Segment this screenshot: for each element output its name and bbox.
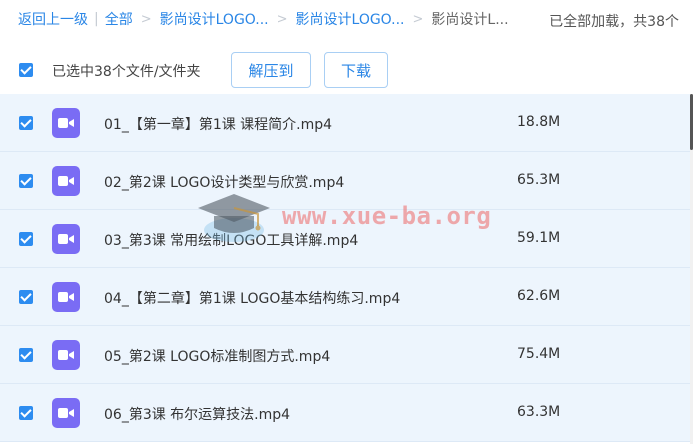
file-checkbox[interactable] <box>19 116 33 130</box>
file-name[interactable]: 03_第3课 常用绘制LOGO工具详解.mp4 <box>104 230 358 250</box>
file-name[interactable]: 05_第2课 LOGO标准制图方式.mp4 <box>104 346 330 366</box>
chevron-right-icon: > <box>412 11 424 27</box>
file-checkbox[interactable] <box>19 174 33 188</box>
video-file-icon <box>52 224 80 254</box>
file-size: 18.8M <box>517 114 561 130</box>
breadcrumb-back-link[interactable]: 返回上一级 <box>18 9 88 29</box>
breadcrumb-level1-link[interactable]: 影尚设计LOGO... <box>160 9 269 29</box>
unzip-button[interactable]: 解压到 <box>231 52 311 88</box>
file-row[interactable]: 02_第2课 LOGO设计类型与欣赏.mp4 65.3M <box>0 152 690 210</box>
video-file-icon <box>52 340 80 370</box>
file-row[interactable]: 01_【第一章】第1课 课程简介.mp4 18.8M <box>0 94 690 152</box>
file-name[interactable]: 04_【第二章】第1课 LOGO基本结构练习.mp4 <box>104 288 400 308</box>
file-checkbox[interactable] <box>19 290 33 304</box>
video-file-icon <box>52 282 80 312</box>
breadcrumb: 返回上一级 | 全部 > 影尚设计LOGO... > 影尚设计LOGO... >… <box>0 0 693 38</box>
file-size: 59.1M <box>517 230 561 246</box>
load-status-text: 已全部加载，共38个 <box>549 14 679 30</box>
breadcrumb-root-link[interactable]: 全部 <box>105 9 133 29</box>
file-size: 65.3M <box>517 172 561 188</box>
file-size: 63.3M <box>517 404 561 420</box>
file-row[interactable]: 06_第3课 布尔运算技法.mp4 63.3M <box>0 384 690 442</box>
breadcrumb-divider: | <box>94 11 99 27</box>
file-list: 01_【第一章】第1课 课程简介.mp4 18.8M 02_第2课 LOGO设计… <box>0 94 690 444</box>
video-file-icon <box>52 166 80 196</box>
file-checkbox[interactable] <box>19 348 33 362</box>
file-checkbox[interactable] <box>19 232 33 246</box>
select-all-checkbox[interactable] <box>19 63 33 77</box>
file-name[interactable]: 01_【第一章】第1课 课程简介.mp4 <box>104 114 332 134</box>
file-name[interactable]: 06_第3课 布尔运算技法.mp4 <box>104 404 290 424</box>
file-row[interactable]: 05_第2课 LOGO标准制图方式.mp4 75.4M <box>0 326 690 384</box>
video-file-icon <box>52 108 80 138</box>
breadcrumb-current: 影尚设计L... <box>431 12 509 28</box>
file-name[interactable]: 02_第2课 LOGO设计类型与欣赏.mp4 <box>104 172 344 192</box>
download-button[interactable]: 下载 <box>324 52 388 88</box>
file-size: 62.6M <box>517 288 561 304</box>
selection-count-label: 已选中38个文件/文件夹 <box>52 64 201 80</box>
file-row[interactable]: 03_第3课 常用绘制LOGO工具详解.mp4 59.1M <box>0 210 690 268</box>
breadcrumb-level2-link[interactable]: 影尚设计LOGO... <box>296 9 405 29</box>
file-row[interactable]: 04_【第二章】第1课 LOGO基本结构练习.mp4 62.6M <box>0 268 690 326</box>
video-file-icon <box>52 398 80 428</box>
chevron-right-icon: > <box>276 11 288 27</box>
file-size: 75.4M <box>517 346 561 362</box>
toolbar: 已选中38个文件/文件夹 解压到 下载 <box>0 48 693 92</box>
chevron-right-icon: > <box>140 11 152 27</box>
file-checkbox[interactable] <box>19 406 33 420</box>
